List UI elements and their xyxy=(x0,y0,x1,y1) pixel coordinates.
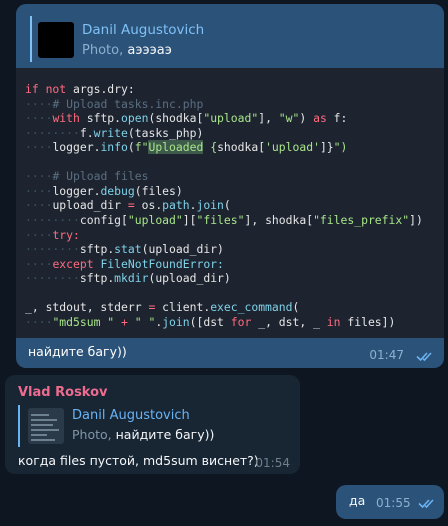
message-caption: найдите багу)) xyxy=(28,344,127,359)
code-screenshot-photo[interactable]: if not args.dry: ····# Upload tasks.inc.p… xyxy=(16,68,444,338)
code-line: ········config["upload"]["files"], shodk… xyxy=(25,212,423,227)
message-text: когда files пустой, md5sum виснет?) xyxy=(18,453,259,468)
code-line: ····# Upload tasks.inc.php xyxy=(25,96,204,111)
reply-sender-name: Danil Augustovich xyxy=(82,22,205,38)
code-line: _, stdout, stderr = client.exec_command( xyxy=(25,300,300,315)
double-check-icon xyxy=(418,499,434,509)
message-outgoing[interactable]: да 01:55 xyxy=(336,485,444,519)
message-time: 01:54 xyxy=(255,456,290,470)
reply-thumbnail xyxy=(38,22,74,58)
message-text: да xyxy=(349,493,366,508)
code-line: if not args.dry: xyxy=(25,82,135,96)
message-incoming[interactable]: Vlad Roskov Danil Augustovich Photo, най… xyxy=(5,375,300,474)
code-line: ········sftp.mkdir(upload_dir) xyxy=(25,271,231,286)
message-time: 01:47 xyxy=(369,348,404,362)
reply-snippet: Photo, найдите багу)) xyxy=(72,427,215,442)
code-line: ····except FileNotFoundError: xyxy=(25,256,224,271)
reply-bar xyxy=(18,405,20,447)
code-line: ····# Upload files xyxy=(25,169,149,184)
message-time: 01:55 xyxy=(376,496,411,510)
double-check-icon xyxy=(416,352,432,362)
message-outgoing-photo[interactable]: Danil Augustovich Photo, аэээаэ if not a… xyxy=(16,4,444,368)
reply-thumbnail xyxy=(28,408,64,444)
code-line: ····try: xyxy=(25,227,80,242)
code-line: ········f.write(tasks_php) xyxy=(25,125,204,140)
code-line: ····"md5sum " + " ".join([dst for _, dst… xyxy=(25,314,396,329)
code-line: ····with sftp.open(shodka["upload"], "w"… xyxy=(25,111,348,126)
code-line: ····logger.info(f"Uploaded {shodka['uplo… xyxy=(25,140,348,155)
code-line: ····upload_dir = os.path.join( xyxy=(25,198,231,213)
reply-snippet: Photo, аэээаэ xyxy=(82,43,172,58)
code-line: ········sftp.stat(upload_dir) xyxy=(25,242,224,257)
sender-name[interactable]: Vlad Roskov xyxy=(18,385,108,400)
reply-sender-name: Danil Augustovich xyxy=(72,408,190,423)
reply-bar xyxy=(30,16,32,62)
code-line: ····logger.debug(files) xyxy=(25,183,183,198)
